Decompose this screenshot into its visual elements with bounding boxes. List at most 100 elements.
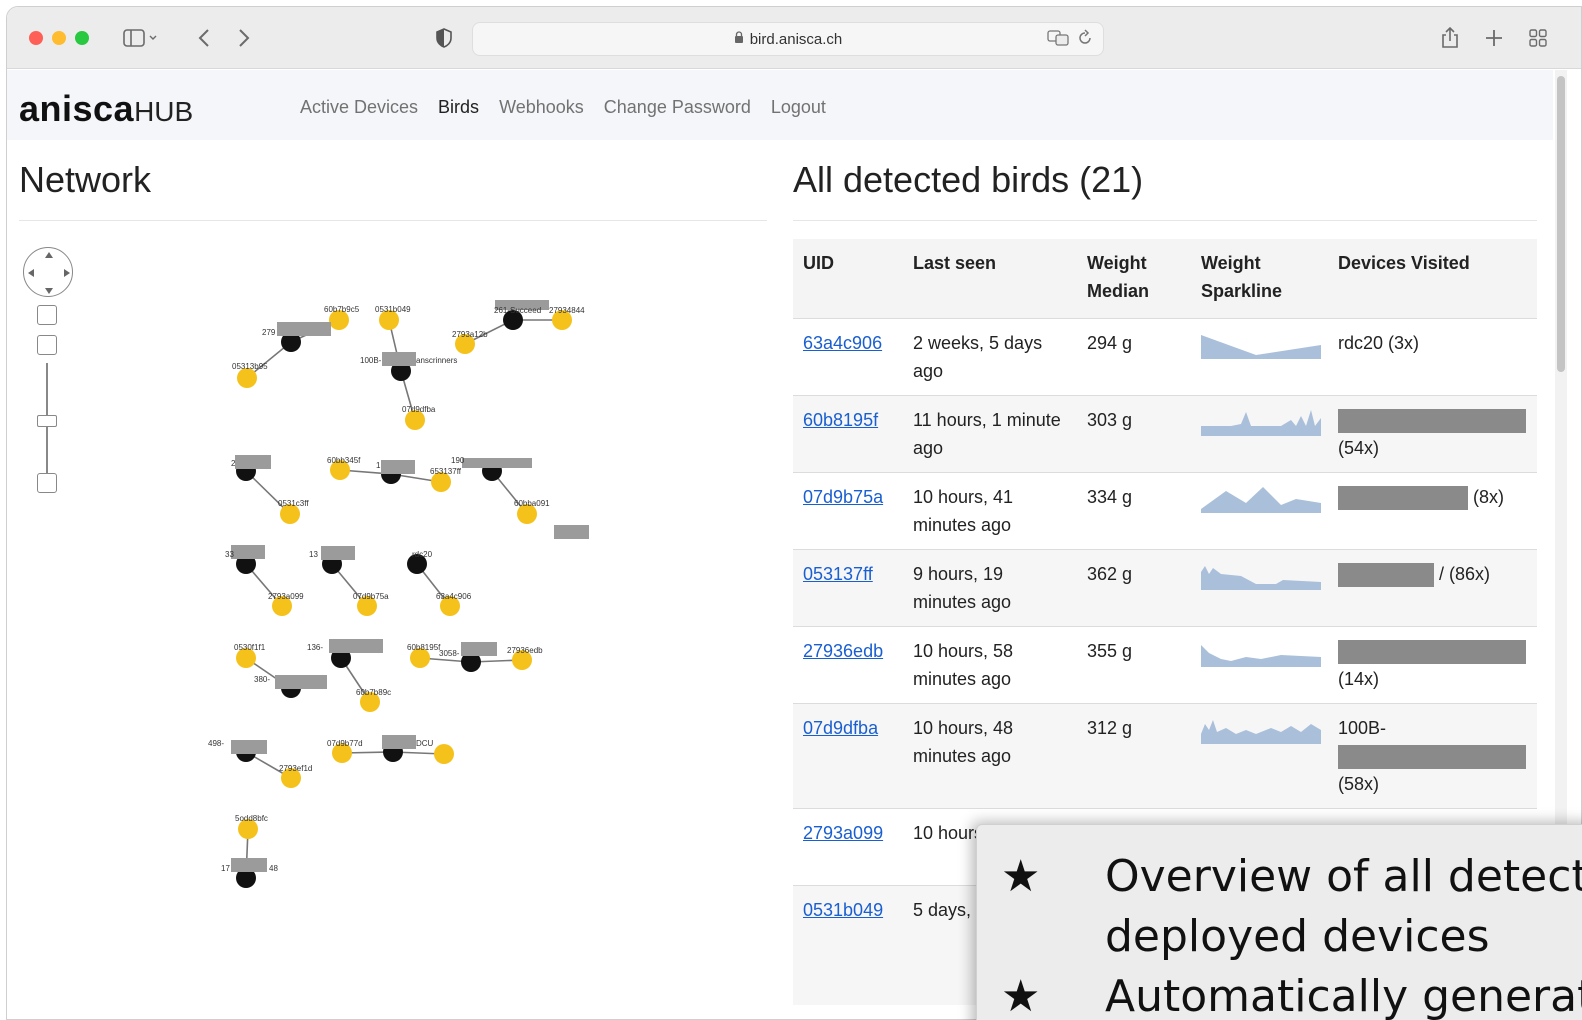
graph-node-label: 136- [307, 643, 323, 652]
devices-visited: 100B- (58x) [1328, 704, 1537, 808]
new-tab-icon[interactable] [1483, 23, 1505, 53]
weight-median: 334 g [1087, 487, 1133, 507]
tab-overview-icon[interactable] [1527, 23, 1549, 53]
graph-node-label: 63a4c906 [436, 592, 472, 601]
network-heading: Network [19, 159, 152, 200]
graph-node-label: 5odd8bfc [235, 814, 268, 823]
callout-line: Automatically generated [1105, 971, 1582, 1020]
weight-sparkline [1191, 319, 1328, 395]
weight-sparkline [1191, 704, 1328, 808]
zoom-in-button[interactable] [37, 335, 57, 355]
reload-icon[interactable] [1077, 29, 1093, 51]
graph-node-label: 60b7b89c [356, 688, 391, 697]
column-header-weight-median[interactable]: Weight Median [1077, 239, 1191, 318]
bird-uid-link[interactable]: 27936edb [803, 641, 883, 661]
address-bar[interactable]: bird.anisca.ch [472, 22, 1104, 56]
devices-count: (58x) [1338, 774, 1380, 794]
bird-uid-link[interactable]: 0531b049 [803, 900, 883, 920]
weight-median: 312 g [1087, 718, 1133, 738]
translate-icon[interactable] [1047, 29, 1069, 51]
bird-uid-link[interactable]: 07d9b75a [803, 487, 883, 507]
redacted-block [1338, 563, 1434, 588]
graph-node-label: 48 [269, 864, 278, 873]
redacted-block [1338, 745, 1526, 770]
nav-link-birds[interactable]: Birds [438, 97, 479, 118]
zoom-out-button[interactable] [37, 473, 57, 493]
last-seen: 10 hours, 48 minutes ago [913, 718, 1014, 766]
bird-uid-link[interactable]: 053137ff [803, 564, 873, 584]
devices-count: (14x) [1338, 669, 1380, 689]
redacted-block [1338, 640, 1526, 665]
zoom-window-button[interactable] [75, 31, 89, 45]
devices-prefix: 100B- [1338, 718, 1387, 738]
share-icon[interactable] [1439, 23, 1461, 53]
column-header-weight-sparkline[interactable]: Weight Sparkline [1191, 239, 1328, 318]
star-icon: ★ [1001, 851, 1041, 902]
site-navbar: aniscaHUB Active Devices Birds Webhooks … [7, 70, 1553, 140]
graph-node-label: 380- [254, 675, 270, 684]
graph-node-label: 1 [376, 461, 381, 470]
star-icon: ★ [1001, 971, 1041, 1020]
bird-uid-link[interactable]: 2793a099 [803, 823, 883, 843]
graph-node-label: 27936edb [507, 646, 543, 655]
last-seen: 9 hours, 19 minutes ago [913, 564, 1012, 612]
graph-node-label: 2793ef1d [279, 764, 312, 773]
pan-arrows-icon [28, 252, 70, 294]
devices-visited: (14x) [1328, 627, 1537, 703]
sidebar-toggle-icon[interactable] [119, 23, 163, 53]
scrollbar-thumb[interactable] [1557, 76, 1565, 372]
graph-node-label: 653137ff [430, 467, 462, 476]
graph-node-label: 2 [231, 459, 236, 468]
nav-link-logout[interactable]: Logout [771, 97, 826, 118]
table-row: 27936edb 10 hours, 58 minutes ago 355 g … [793, 626, 1537, 703]
devices-visited: (8x) [1328, 473, 1537, 549]
column-header-uid[interactable]: UID [793, 239, 903, 318]
birds-heading: All detected birds (21) [793, 159, 1144, 200]
last-seen: 11 hours, 1 minute ago [913, 410, 1061, 458]
bird-uid-link[interactable]: 60b8195f [803, 410, 878, 430]
forward-icon[interactable] [233, 23, 255, 53]
graph-node-label: 261-Succeed [494, 306, 541, 315]
bird-uid-link[interactable]: 63a4c906 [803, 333, 882, 353]
divider [19, 220, 767, 221]
last-seen: 2 weeks, 5 days ago [913, 333, 1043, 381]
graph-pan-control[interactable] [23, 247, 73, 297]
graph-reset-button[interactable] [37, 305, 57, 325]
nav-link-active-devices[interactable]: Active Devices [300, 97, 418, 118]
minimize-window-button[interactable] [52, 31, 66, 45]
graph-node-label: 3058- [439, 649, 460, 658]
nav-link-change-password[interactable]: Change Password [604, 97, 751, 118]
close-window-button[interactable] [29, 31, 43, 45]
nav-links: Active Devices Birds Webhooks Change Pas… [300, 97, 826, 118]
devices-visited: (54x) [1328, 396, 1537, 472]
graph-node-label: 0530f1f1 [234, 643, 266, 652]
table-header: UID Last seen Weight Median Weight Spark… [793, 239, 1537, 318]
graph-node-label: 0531b049 [375, 305, 411, 314]
column-header-devices-visited[interactable]: Devices Visited [1328, 239, 1537, 318]
devices-visited: rdc20 (3x) [1338, 333, 1420, 353]
bird-uid-link[interactable]: 07d9dfba [803, 718, 878, 738]
devices-count: (8x) [1473, 487, 1505, 507]
graph-node-label: rdc20 [412, 550, 433, 559]
divider [793, 220, 1537, 221]
graph-node-label: 60bba091 [514, 499, 550, 508]
zoom-slider-handle[interactable] [37, 415, 57, 427]
weight-sparkline [1191, 396, 1328, 472]
graph-node-label: 33 [225, 550, 234, 559]
devices-count: / (86x) [1439, 564, 1491, 584]
column-header-last-seen[interactable]: Last seen [903, 239, 1077, 318]
table-row: 07d9b75a 10 hours, 41 minutes ago 334 g … [793, 472, 1537, 549]
graph-node-label: 07d9b75a [353, 592, 389, 601]
feature-callout: ★ Overview of all detected birds and dep… [976, 824, 1582, 1020]
graph-node-label: 0531c3ff [278, 499, 309, 508]
weight-sparkline [1191, 550, 1328, 626]
privacy-shield-icon[interactable] [433, 23, 455, 53]
site-logo[interactable]: aniscaHUB [19, 88, 193, 130]
weight-median: 303 g [1087, 410, 1133, 430]
network-graph[interactable]: 60b7b9c5 0531b049 261-Succeed 27934844 2… [187, 287, 607, 897]
last-seen: 10 hours, 41 minutes ago [913, 487, 1014, 535]
nav-link-webhooks[interactable]: Webhooks [499, 97, 584, 118]
graph-node-label: 60b7b9c5 [324, 305, 360, 314]
table-row: 07d9dfba 10 hours, 48 minutes ago 312 g … [793, 703, 1537, 808]
back-icon[interactable] [193, 23, 215, 53]
